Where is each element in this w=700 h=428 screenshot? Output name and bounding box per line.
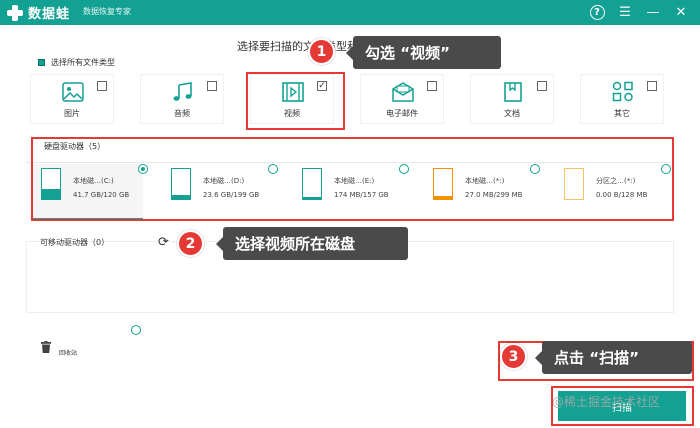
help-icon[interactable]: ? — [588, 3, 606, 21]
file-type-label: 其它 — [614, 109, 630, 118]
other-checkbox[interactable] — [647, 81, 657, 91]
callout-1: 勾选 “视频” — [346, 36, 501, 69]
recycle-bin-radio[interactable] — [131, 325, 141, 335]
file-type-email[interactable]: 电子邮件 — [360, 74, 444, 124]
app-name: 数据蛙 — [28, 7, 71, 22]
refresh-icon[interactable]: ⟳ — [158, 235, 169, 250]
highlight-scan-button — [551, 386, 694, 426]
select-all-types[interactable]: 选择所有文件类型 — [38, 57, 115, 68]
document-checkbox[interactable] — [537, 81, 547, 91]
app-subtitle: 数据恢复专家 — [83, 7, 131, 16]
cross-logo-icon — [6, 4, 24, 22]
app-logo: 数据蛙 — [6, 3, 70, 22]
highlight-video-card — [246, 72, 345, 130]
audio-checkbox[interactable] — [207, 81, 217, 91]
recycle-bin-label: 回收站 — [59, 350, 78, 357]
file-type-audio[interactable]: 音频 — [140, 74, 224, 124]
music-icon — [173, 82, 192, 101]
document-icon — [504, 82, 522, 102]
close-icon[interactable]: ✕ — [672, 3, 690, 21]
select-all-label: 选择所有文件类型 — [51, 58, 115, 67]
trash-icon — [41, 341, 51, 353]
other-icon — [612, 81, 633, 102]
callout-2: 选择视频所在磁盘 — [216, 227, 408, 260]
email-icon — [392, 82, 414, 102]
select-all-checkbox[interactable] — [38, 59, 45, 66]
email-checkbox[interactable] — [427, 81, 437, 91]
image-checkbox[interactable] — [97, 81, 107, 91]
highlight-drive-section — [31, 137, 674, 221]
file-type-document[interactable]: 文档 — [470, 74, 554, 124]
step-1-badge: 1 — [308, 38, 335, 65]
menu-icon[interactable]: ☰ — [616, 3, 634, 21]
file-type-label: 电子邮件 — [386, 109, 418, 118]
callout-3: 点击 “扫描” — [535, 341, 692, 374]
file-type-label: 音频 — [174, 109, 190, 118]
minimize-icon[interactable]: — — [644, 3, 662, 21]
file-type-image[interactable]: 图片 — [30, 74, 114, 124]
removable-section-label: 可移动驱动器（0） — [40, 238, 110, 247]
file-type-row: 图片 音频 ✓ 视频 电子邮件 文档 其它 — [30, 74, 670, 124]
step-2-badge: 2 — [177, 230, 204, 257]
title-bar: 数据蛙 数据恢复专家 ? ☰ — ✕ — [0, 0, 700, 25]
image-icon — [62, 82, 84, 102]
file-type-other[interactable]: 其它 — [580, 74, 664, 124]
file-type-label: 文档 — [504, 109, 520, 118]
file-type-label: 图片 — [64, 109, 80, 118]
step-3-badge: 3 — [500, 343, 527, 370]
